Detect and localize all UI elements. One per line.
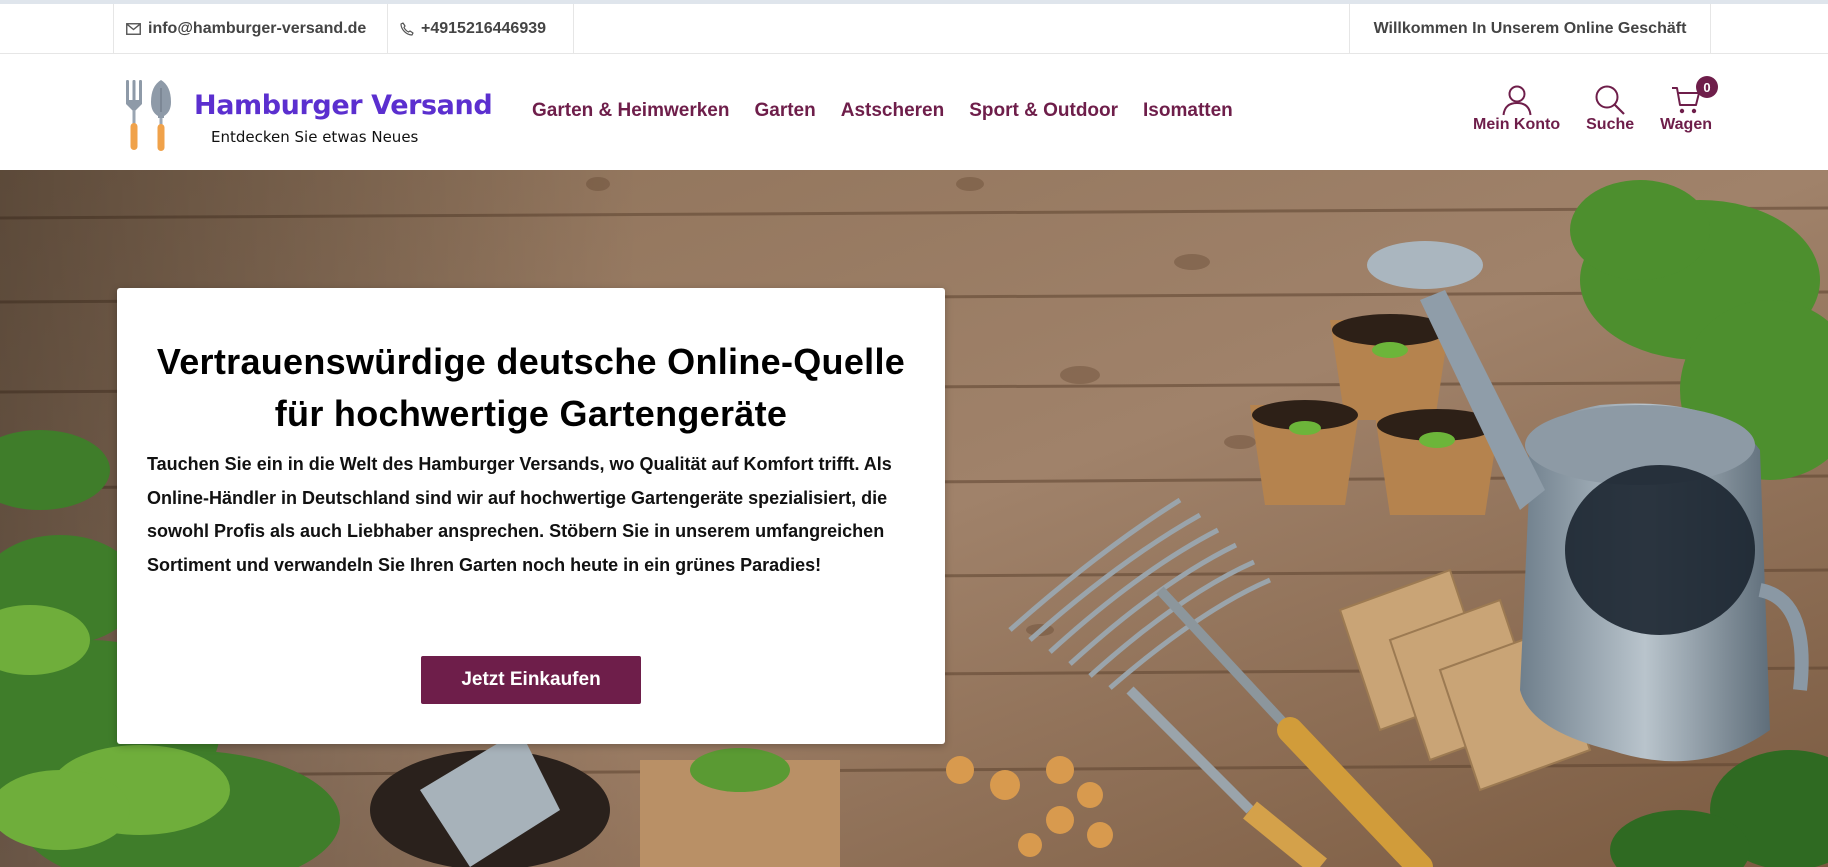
- hero-section: Vertrauenswürdige deutsche Online-Quelle…: [0, 170, 1828, 867]
- welcome-message: Willkommen In Unserem Online Geschäft: [1349, 4, 1711, 54]
- nav-item-garten-heimwerken[interactable]: Garten & Heimwerken: [532, 100, 729, 122]
- brand-tagline: Entdecken Sie etwas Neues: [211, 128, 419, 146]
- cart-button[interactable]: 0 Wagen: [1660, 76, 1718, 134]
- nav-item-astscheren[interactable]: Astscheren: [841, 100, 945, 122]
- user-icon: [1502, 85, 1532, 116]
- site-header: Hamburger Versand Entdecken Sie etwas Ne…: [0, 54, 1828, 170]
- nav-item-sport-outdoor[interactable]: Sport & Outdoor: [969, 100, 1118, 122]
- site-logo[interactable]: Hamburger Versand Entdecken Sie etwas Ne…: [122, 78, 493, 151]
- contact-email[interactable]: info@hamburger-versand.de: [113, 4, 387, 54]
- garden-tools-icon: [126, 80, 171, 151]
- hero-card: Vertrauenswürdige deutsche Online-Quelle…: [117, 288, 945, 744]
- hero-text: Tauchen Sie ein in die Welt des Hamburge…: [147, 454, 892, 575]
- contact-phone[interactable]: +4915216446939: [387, 4, 574, 54]
- account-button[interactable]: Mein Konto: [1473, 84, 1560, 134]
- cart-count-badge: 0: [1696, 76, 1718, 98]
- search-label: Suche: [1586, 116, 1635, 133]
- welcome-text: Willkommen In Unserem Online Geschäft: [1373, 20, 1687, 37]
- email-text: info@hamburger-versand.de: [148, 20, 367, 37]
- nav-item-garten[interactable]: Garten: [754, 100, 815, 122]
- shop-now-button[interactable]: Jetzt Einkaufen: [421, 656, 641, 704]
- nav-item-isomatten[interactable]: Isomatten: [1143, 100, 1233, 122]
- cart-label: Wagen: [1660, 116, 1712, 133]
- brand-name: Hamburger Versand: [194, 90, 493, 121]
- mail-icon: [126, 23, 141, 35]
- phone-icon: [400, 22, 414, 36]
- main-nav: Garten & Heimwerken Garten Astscheren Sp…: [532, 100, 1233, 122]
- hero-title: Vertrauenswürdige deutsche Online-Quelle…: [156, 341, 906, 434]
- search-icon: [1595, 85, 1625, 115]
- phone-text: +4915216446939: [421, 20, 547, 37]
- top-bar: info@hamburger-versand.de +4915216446939…: [0, 0, 1828, 54]
- account-label: Mein Konto: [1473, 116, 1561, 133]
- search-button[interactable]: Suche: [1586, 84, 1634, 134]
- header-tools: Mein Konto Suche 0 Wagen: [1473, 76, 1718, 134]
